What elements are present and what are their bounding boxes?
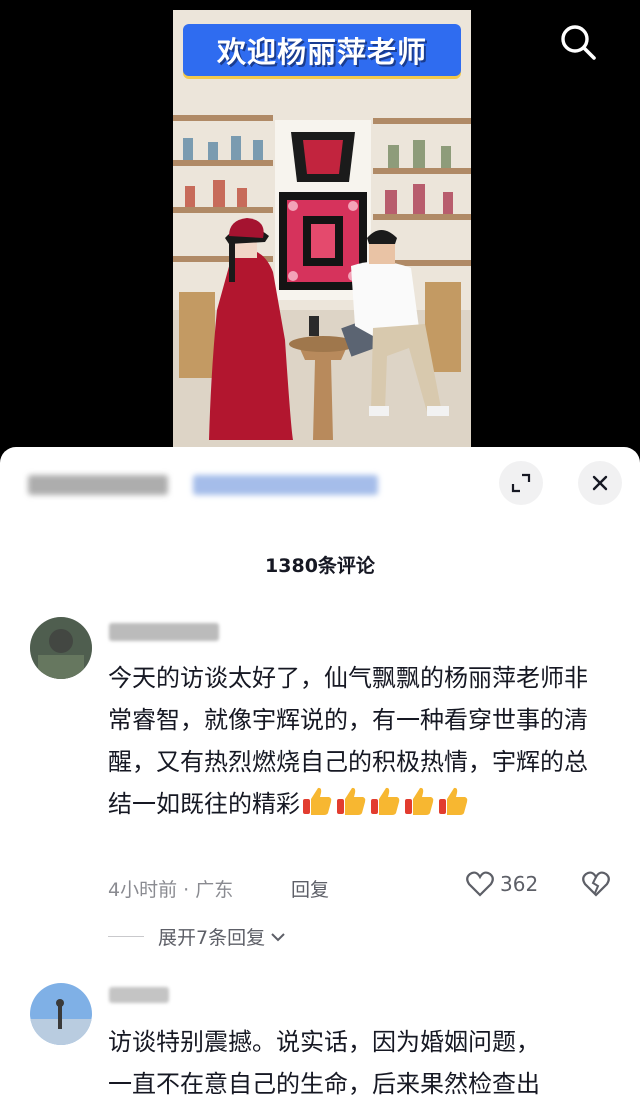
video-banner: 欢迎杨丽萍老师 — [183, 24, 461, 76]
thumbs-up-emoji-icon — [439, 787, 468, 815]
comment-username-blurred[interactable] — [109, 987, 169, 1008]
banner-text: 欢迎杨丽萍老师 — [216, 35, 427, 69]
expand-replies-label: 展开7条回复 — [158, 927, 266, 949]
like-count: 362 — [500, 872, 539, 896]
thumbs-up-emoji-icon — [405, 787, 434, 815]
like-button[interactable]: 362 — [466, 871, 538, 897]
comment-sheet: 1380条评论 今天的访谈太好了，仙气飘飘的杨丽萍老师非常睿智，就像宇辉说的，有… — [0, 447, 640, 1104]
comment-item: 今天的访谈太好了，仙气飘飘的杨丽萍老师非常睿智，就像宇辉说的，有一种看穿世事的清… — [0, 617, 640, 950]
close-button[interactable] — [578, 461, 622, 505]
expand-replies-button[interactable]: 展开7条回复 — [108, 923, 287, 950]
chevron-down-icon — [271, 932, 285, 941]
comment-text: 今天的访谈太好了，仙气飘飘的杨丽萍老师非常睿智，就像宇辉说的，有一种看穿世事的清… — [108, 664, 588, 818]
avatar[interactable] — [30, 983, 92, 1045]
dislike-button[interactable] — [582, 871, 610, 902]
video-author-title-blurred — [28, 469, 388, 499]
video-frame[interactable]: 欢迎杨丽萍老师 — [173, 10, 471, 450]
expand-sheet-button[interactable] — [499, 461, 543, 505]
expand-icon — [511, 473, 531, 493]
reply-button[interactable]: 回复 — [291, 875, 329, 902]
comment-item: 访谈特别震撼。说实话，因为婚姻问题， 一直不在意自己的生命，后来果然检查出 — [0, 983, 640, 1104]
search-button[interactable] — [556, 20, 600, 64]
close-icon — [592, 475, 608, 491]
thumbs-up-emoji-icon — [337, 787, 366, 815]
thumbs-up-emoji-icon — [371, 787, 400, 815]
comment-meta: 4小时前 · 广东 回复 362 — [108, 871, 618, 903]
comment-time-location: 4小时前 · 广东 — [108, 879, 234, 901]
search-icon — [561, 25, 596, 60]
thumbs-up-emoji-icon — [303, 787, 332, 815]
divider-line — [108, 936, 144, 937]
video-player[interactable]: 欢迎杨丽萍老师 — [0, 0, 640, 460]
comment-text: 访谈特别震撼。说实话，因为婚姻问题， 一直不在意自己的生命，后来果然检查出 — [108, 1028, 540, 1098]
heart-icon — [466, 871, 494, 897]
video-scene-image — [173, 10, 471, 450]
comment-username-blurred[interactable] — [109, 623, 219, 646]
broken-heart-icon — [582, 871, 610, 897]
avatar[interactable] — [30, 617, 92, 679]
comment-count: 1380条评论 — [265, 555, 375, 577]
